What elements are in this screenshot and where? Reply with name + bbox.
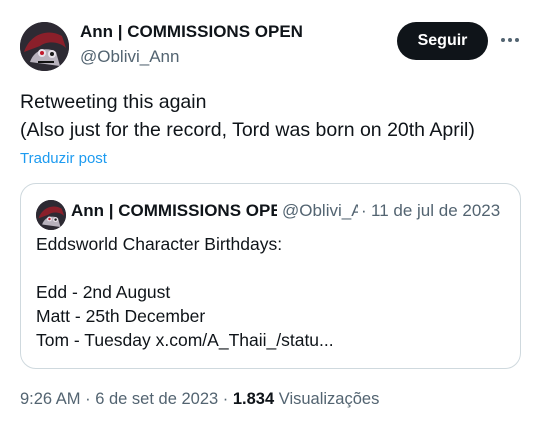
quoted-author-handle: @Oblivi_Ann [282, 201, 358, 220]
separator-dot: · [361, 201, 367, 220]
tweet-meta: 9:26 AM · 6 de set de 2023 · 1.834 Visua… [20, 390, 379, 409]
quoted-text-line: Eddsworld Character Birthdays: [36, 234, 283, 254]
tweet: Ann | COMMISSIONS OPEN @Oblivi_Ann Segui… [0, 0, 540, 423]
quoted-text-line: Tom - Tuesday x.com/A_Thaii_/statu... [36, 330, 334, 350]
quoted-text: Eddsworld Character Birthdays: Edd - 2nd… [36, 232, 334, 352]
more-horizontal-icon [501, 38, 519, 42]
tweet-text-line: Retweeting this again [20, 91, 207, 113]
quoted-text-line: Edd - 2nd August [36, 282, 171, 302]
quoted-text-line: Matt - 25th December [36, 306, 206, 326]
quoted-author-name: Ann | COMMISSIONS OPEN [71, 201, 277, 220]
views-label: Visualizações [278, 390, 380, 408]
quoted-date: 11 de jul de 2023 [371, 201, 501, 220]
follow-button[interactable]: Seguir [397, 22, 488, 60]
quoted-author-avatar [36, 200, 66, 230]
translate-post-link[interactable]: Traduzir post [20, 150, 107, 167]
tweet-date[interactable]: 6 de set de 2023 [95, 390, 218, 408]
more-options-button[interactable] [498, 28, 522, 52]
tweet-time[interactable]: 9:26 AM [20, 390, 81, 408]
tweet-text-line: (Also just for the record, Tord was born… [20, 119, 475, 141]
quoted-tweet[interactable]: Ann | COMMISSIONS OPEN @Oblivi_Ann · 11 … [20, 183, 521, 369]
author-name[interactable]: Ann | COMMISSIONS OPEN [80, 22, 303, 42]
separator-dot: · [85, 390, 96, 408]
author-avatar[interactable] [20, 22, 69, 71]
views-count: 1.834 [232, 390, 275, 408]
author-handle[interactable]: @Oblivi_Ann [80, 47, 179, 67]
separator-dot: · [222, 390, 233, 408]
quoted-text-line [36, 256, 334, 280]
tweet-text: Retweeting this again (Also just for the… [20, 88, 475, 144]
